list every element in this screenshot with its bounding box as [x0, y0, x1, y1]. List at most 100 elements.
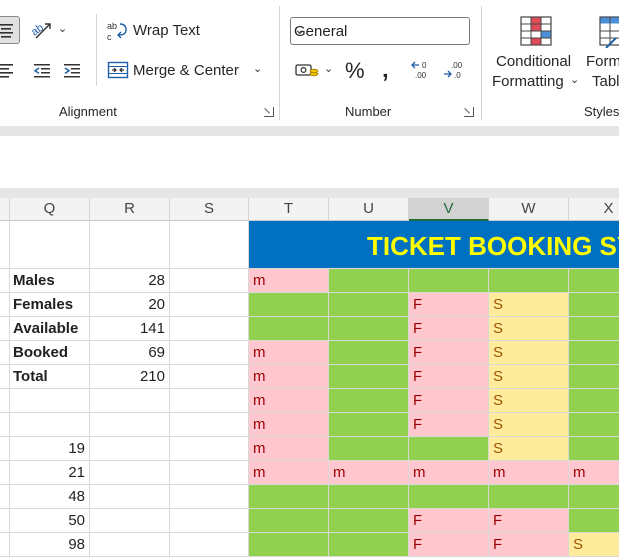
- summary-value[interactable]: 210: [90, 365, 170, 389]
- q-value-cell[interactable]: 19: [10, 437, 90, 461]
- column-header-W[interactable]: W: [489, 198, 569, 221]
- seat-cell[interactable]: F: [409, 533, 489, 557]
- cell-P[interactable]: [0, 461, 10, 485]
- column-header-V[interactable]: V: [409, 198, 489, 221]
- cell-S[interactable]: [170, 341, 249, 365]
- format-as-table-label-line1[interactable]: Form: [586, 53, 619, 70]
- summary-value[interactable]: 20: [90, 293, 170, 317]
- seat-cell[interactable]: [329, 485, 409, 509]
- seat-cell[interactable]: m: [249, 461, 329, 485]
- column-header-X[interactable]: X: [569, 198, 619, 221]
- seat-cell[interactable]: [329, 317, 409, 341]
- seat-cell[interactable]: [569, 269, 619, 293]
- align-center-button[interactable]: [0, 16, 20, 44]
- seat-cell[interactable]: S: [489, 365, 569, 389]
- seat-cell[interactable]: [329, 365, 409, 389]
- summary-value[interactable]: 28: [90, 269, 170, 293]
- cell-S[interactable]: [170, 317, 249, 341]
- seat-cell[interactable]: m: [249, 389, 329, 413]
- seat-cell[interactable]: [569, 413, 619, 437]
- cell-P[interactable]: [0, 437, 10, 461]
- seat-cell[interactable]: [569, 341, 619, 365]
- conditional-formatting-label-line1[interactable]: Conditional: [496, 53, 571, 70]
- cell-P[interactable]: [0, 413, 10, 437]
- cell-P[interactable]: [0, 341, 10, 365]
- seat-cell[interactable]: [409, 269, 489, 293]
- seat-cell[interactable]: S: [489, 293, 569, 317]
- cell-P[interactable]: [0, 509, 10, 533]
- conditional-formatting-chevron-icon[interactable]: ⌄: [570, 73, 579, 86]
- seat-cell[interactable]: F: [409, 293, 489, 317]
- cell-R[interactable]: [90, 413, 170, 437]
- cell-P[interactable]: [0, 293, 10, 317]
- seat-cell[interactable]: [569, 365, 619, 389]
- cell-S-title[interactable]: [170, 221, 249, 269]
- decrease-indent-button[interactable]: [28, 56, 56, 84]
- merge-center-button[interactable]: [106, 57, 130, 83]
- q-value-cell[interactable]: 98: [10, 533, 90, 557]
- number-launcher-icon[interactable]: [464, 107, 474, 117]
- column-header-P[interactable]: [0, 198, 10, 221]
- cell-P[interactable]: [0, 269, 10, 293]
- q-value-cell[interactable]: 21: [10, 461, 90, 485]
- seat-cell[interactable]: S: [489, 317, 569, 341]
- orientation-chevron-icon[interactable]: ⌄: [58, 22, 67, 35]
- seat-cell[interactable]: [329, 341, 409, 365]
- seat-cell[interactable]: [489, 269, 569, 293]
- column-header-T[interactable]: T: [249, 198, 329, 221]
- cell-Q[interactable]: [10, 413, 90, 437]
- seat-cell[interactable]: [329, 509, 409, 533]
- seat-cell[interactable]: m: [249, 341, 329, 365]
- seat-cell[interactable]: [329, 533, 409, 557]
- wrap-text-label[interactable]: Wrap Text: [133, 22, 200, 39]
- seat-cell[interactable]: [329, 413, 409, 437]
- seat-cell[interactable]: S: [489, 341, 569, 365]
- seat-cell[interactable]: m: [329, 461, 409, 485]
- summary-label[interactable]: Booked: [10, 341, 90, 365]
- column-header-U[interactable]: U: [329, 198, 409, 221]
- seat-cell[interactable]: [569, 485, 619, 509]
- seat-cell[interactable]: m: [489, 461, 569, 485]
- seat-cell[interactable]: m: [249, 413, 329, 437]
- conditional-formatting-label-line2[interactable]: Formatting: [492, 73, 564, 90]
- cell-R[interactable]: [90, 509, 170, 533]
- seat-cell[interactable]: F: [409, 509, 489, 533]
- increase-decimal-button[interactable]: 0 .00: [408, 57, 438, 83]
- seat-cell[interactable]: S: [489, 389, 569, 413]
- cell-S[interactable]: [170, 485, 249, 509]
- column-header-Q[interactable]: Q: [10, 198, 90, 221]
- column-header-S[interactable]: S: [170, 198, 249, 221]
- seat-cell[interactable]: m: [569, 461, 619, 485]
- seat-cell[interactable]: [569, 437, 619, 461]
- number-format-select[interactable]: General ⌄: [290, 17, 470, 45]
- cell-R[interactable]: [90, 389, 170, 413]
- seat-cell[interactable]: [329, 389, 409, 413]
- summary-value[interactable]: 141: [90, 317, 170, 341]
- seat-cell[interactable]: [569, 509, 619, 533]
- cell-P[interactable]: [0, 533, 10, 557]
- seat-cell[interactable]: F: [409, 389, 489, 413]
- cell-Q[interactable]: [10, 389, 90, 413]
- q-value-cell[interactable]: 50: [10, 509, 90, 533]
- column-header-R[interactable]: R: [90, 198, 170, 221]
- seat-cell[interactable]: [249, 509, 329, 533]
- ticket-booking-title-banner[interactable]: TICKET BOOKING SYS: [249, 221, 619, 269]
- summary-label[interactable]: Total: [10, 365, 90, 389]
- cell-R[interactable]: [90, 461, 170, 485]
- format-as-table-button[interactable]: [596, 12, 619, 50]
- percent-style-button[interactable]: %: [345, 58, 365, 84]
- cell-P-title[interactable]: [0, 221, 10, 269]
- seat-cell[interactable]: F: [489, 533, 569, 557]
- summary-label[interactable]: Available: [10, 317, 90, 341]
- accounting-chevron-icon[interactable]: ⌄: [324, 62, 333, 75]
- cell-P[interactable]: [0, 389, 10, 413]
- seat-cell[interactable]: [409, 485, 489, 509]
- seat-cell[interactable]: F: [489, 509, 569, 533]
- merge-center-chevron-icon[interactable]: ⌄: [253, 62, 262, 75]
- seat-cell[interactable]: m: [249, 269, 329, 293]
- seat-cell[interactable]: m: [409, 461, 489, 485]
- seat-cell[interactable]: [249, 485, 329, 509]
- seat-cell[interactable]: [569, 293, 619, 317]
- orientation-button[interactable]: ab: [28, 17, 56, 43]
- cell-S[interactable]: [170, 533, 249, 557]
